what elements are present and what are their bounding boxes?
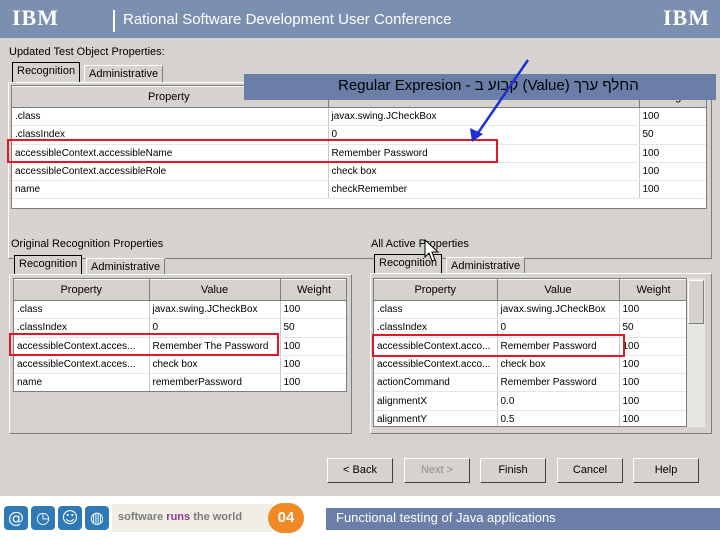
column-header-value[interactable]: Value xyxy=(497,279,620,301)
footer-caption: Functional testing of Java applications xyxy=(326,508,720,530)
tab-administrative-updated[interactable]: Administrative xyxy=(84,65,164,83)
cell-weight[interactable]: 100 xyxy=(619,355,686,375)
original-properties-label: Original Recognition Properties xyxy=(11,238,164,250)
table-row[interactable]: alignmentY 0.5 100 xyxy=(374,410,686,426)
people-icon: ☺ xyxy=(58,506,82,530)
cell-weight[interactable]: 100 xyxy=(619,410,686,426)
clock-icon: ◷ xyxy=(31,506,55,530)
cell-weight[interactable]: 100 xyxy=(619,391,686,411)
cell-property[interactable]: alignmentX xyxy=(374,391,498,411)
footer-slogan: software runs the world xyxy=(112,504,272,532)
year-badge: 04 xyxy=(268,503,304,533)
tab-recognition-updated[interactable]: Recognition xyxy=(12,62,81,82)
slide-footer: @ ◷ ☺ ◍ software runs the world 04 Funct… xyxy=(0,496,720,540)
highlight-updated-name-row xyxy=(7,139,498,163)
cell-weight[interactable]: 50 xyxy=(619,318,686,338)
cell-property[interactable]: accessibleContext.acces... xyxy=(14,355,150,375)
cell-value[interactable]: 0.0 xyxy=(497,391,620,411)
cell-weight[interactable]: 100 xyxy=(619,300,686,320)
table-row[interactable]: name rememberPassword 100 xyxy=(14,373,346,391)
cell-weight[interactable]: 100 xyxy=(619,373,686,393)
tab-recognition-original[interactable]: Recognition xyxy=(14,255,83,275)
column-header-weight[interactable]: Weight xyxy=(280,279,346,301)
cell-property[interactable]: actionCommand xyxy=(374,373,498,393)
cancel-button[interactable]: Cancel xyxy=(557,458,623,483)
cell-weight[interactable]: 100 xyxy=(280,373,346,391)
cell-property[interactable]: alignmentY xyxy=(374,410,498,426)
cell-value[interactable]: check box xyxy=(149,355,281,375)
cell-value[interactable]: javax.swing.JCheckBox xyxy=(328,107,640,127)
cell-value[interactable]: javax.swing.JCheckBox xyxy=(149,300,281,320)
header-separator xyxy=(113,10,115,32)
table-row[interactable]: .class javax.swing.JCheckBox 100 xyxy=(374,300,686,320)
cell-value[interactable]: javax.swing.JCheckBox xyxy=(497,300,620,320)
cell-weight[interactable]: 100 xyxy=(639,107,706,127)
help-button[interactable]: Help xyxy=(633,458,699,483)
slogan-accent: runs xyxy=(166,511,191,523)
back-button[interactable]: < Back xyxy=(327,458,393,483)
table-row[interactable]: alignmentX 0.0 100 xyxy=(374,391,686,411)
ibm-logo-left: IBM xyxy=(12,5,59,30)
column-header-property[interactable]: Property xyxy=(14,279,150,301)
cell-weight[interactable]: 100 xyxy=(619,337,686,356)
table-row[interactable]: accessibleContext.acco... check box 100 xyxy=(374,355,686,375)
table-row[interactable]: .class javax.swing.JCheckBox 100 xyxy=(14,300,346,320)
cell-value[interactable]: check box xyxy=(497,355,620,375)
conference-title: Rational Software Development User Confe… xyxy=(123,11,452,28)
slogan-prefix: software xyxy=(118,511,167,523)
cell-value[interactable]: 0.5 xyxy=(497,410,620,426)
tab-recognition-active[interactable]: Recognition xyxy=(374,254,443,274)
cell-weight[interactable]: 50 xyxy=(639,125,706,145)
column-header-property[interactable]: Property xyxy=(374,279,498,301)
column-header-value[interactable]: Value xyxy=(149,279,281,301)
table-row[interactable]: name checkRemember 100 xyxy=(12,180,706,200)
cell-property[interactable]: .class xyxy=(14,300,150,320)
updated-properties-label: Updated Test Object Properties: xyxy=(9,46,165,58)
cell-weight[interactable]: 100 xyxy=(639,144,706,163)
cell-weight[interactable]: 100 xyxy=(639,162,706,182)
next-button[interactable]: Next > xyxy=(404,458,470,483)
table-row[interactable]: accessibleContext.acces... check box 100 xyxy=(14,355,346,375)
cell-weight[interactable]: 100 xyxy=(280,300,346,320)
cell-property[interactable]: accessibleContext.acco... xyxy=(374,355,498,375)
conference-header: IBM Rational Software Development User C… xyxy=(0,0,720,38)
finish-button[interactable]: Finish xyxy=(480,458,546,483)
cell-weight[interactable]: 100 xyxy=(639,180,706,200)
cell-property[interactable]: name xyxy=(12,180,329,200)
cell-value[interactable]: Remember Password xyxy=(497,373,620,393)
cell-property[interactable]: accessibleContext.accessibleRole xyxy=(12,162,329,182)
cell-weight[interactable]: 50 xyxy=(280,318,346,338)
table-header-row: Property Value Weight xyxy=(374,279,686,301)
cell-value[interactable]: rememberPassword xyxy=(149,373,281,391)
column-header-weight[interactable]: Weight xyxy=(619,279,686,301)
cell-property[interactable]: name xyxy=(14,373,150,391)
active-properties-label: All Active Properties xyxy=(371,238,469,250)
table-header-row: Property Value Weight xyxy=(14,279,346,301)
highlight-active-name-row xyxy=(372,334,625,357)
at-sign-icon: @ xyxy=(4,506,28,530)
table-row[interactable]: accessibleContext.accessibleRole check bo… xyxy=(12,162,706,182)
table-row[interactable]: .class javax.swing.JCheckBox 100 xyxy=(12,107,706,127)
ibm-logo-right: IBM xyxy=(663,5,710,30)
cell-weight[interactable]: 100 xyxy=(280,337,346,356)
callout-banner: Regular Expresion - קבוע ב (Value) החלף … xyxy=(244,74,716,100)
active-table-scrollbar[interactable] xyxy=(687,278,705,427)
cell-value[interactable]: checkRemember xyxy=(328,180,640,200)
cell-value[interactable]: check box xyxy=(328,162,640,182)
highlight-original-name-row xyxy=(9,333,279,356)
cell-weight[interactable]: 100 xyxy=(280,355,346,375)
cell-property[interactable]: .class xyxy=(12,107,329,127)
slogan-suffix: the world xyxy=(190,511,243,523)
scrollbar-thumb[interactable] xyxy=(688,280,704,324)
properties-dialog: Updated Test Object Properties: Recognit… xyxy=(0,38,720,496)
cell-property[interactable]: .class xyxy=(374,300,498,320)
globe-icon: ◍ xyxy=(85,506,109,530)
table-row[interactable]: actionCommand Remember Password 100 xyxy=(374,373,686,393)
